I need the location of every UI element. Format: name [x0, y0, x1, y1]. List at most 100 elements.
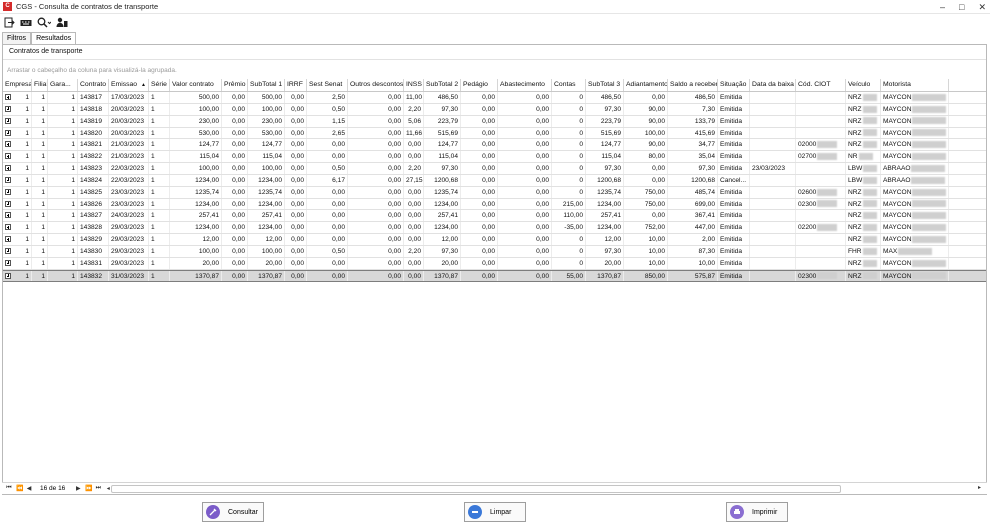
cell-value: 0,00 — [408, 236, 421, 244]
expand-row-icon[interactable] — [5, 259, 11, 266]
column-header-inss[interactable]: INSS — [404, 79, 424, 91]
cell-value: 0,50 — [332, 165, 345, 173]
column-header-contrato[interactable]: Contrato — [78, 79, 109, 91]
cell-empresa-value: 1 — [25, 94, 29, 101]
expand-row-icon[interactable] — [5, 129, 11, 136]
column-header-cod-ciot[interactable]: Cód. CIOT — [796, 79, 846, 91]
table-row[interactable]: 1 1 1 143824 22/03/2023 1 1234,00 0,00 1234,00 0,… — [3, 174, 986, 187]
expand-row-icon[interactable] — [5, 153, 11, 160]
cell-value: 0,00 — [232, 129, 245, 137]
column-header-valor-contrato[interactable]: Valor contrato — [170, 79, 222, 91]
table-row[interactable]: 1 1 1 143822 21/03/2023 1 115,04 0,00 115,04 0,00… — [3, 151, 986, 164]
table-row[interactable]: 1 1 1 143819 20/03/2023 1 230,00 0,00 230,00 0,00… — [3, 115, 986, 128]
table-row[interactable]: 1 1 1 143825 23/03/2023 1 1235,74 0,00 1235,74 0,… — [3, 186, 986, 199]
last-page-icon[interactable]: ⏭ — [95, 485, 101, 492]
column-header-gara[interactable]: Gara... — [48, 79, 78, 91]
cell-irrf: 0,00 — [285, 163, 307, 174]
cell-contrato: 143831 — [78, 257, 109, 269]
expand-row-icon[interactable] — [5, 176, 11, 183]
keyboard-icon[interactable] — [20, 17, 32, 29]
table-row[interactable]: 1 1 1 143831 29/03/2023 1 20,00 0,00 20,00 0,00 0,… — [3, 257, 986, 270]
expand-row-icon[interactable] — [5, 272, 11, 279]
cell-value: 1234,00 — [258, 200, 282, 208]
column-header-premio[interactable]: Prêmio — [222, 79, 248, 91]
cell-value: 0,00 — [291, 224, 304, 232]
cell-valor-contrato: 100,00 — [170, 103, 222, 115]
close-icon[interactable]: ✕ — [978, 2, 986, 13]
column-header-veiculo[interactable]: Veículo — [846, 79, 881, 91]
minimize-icon[interactable]: – — [940, 2, 945, 12]
scroll-right-icon[interactable]: ▸ — [978, 484, 981, 491]
expand-row-icon[interactable] — [5, 247, 11, 254]
cell-value: 1 — [41, 259, 45, 267]
column-header-pedagio[interactable]: Pedágio — [461, 79, 498, 91]
cell-subtotal-2: 20,00 — [424, 257, 461, 269]
cell-value: 02200 — [798, 224, 817, 232]
horizontal-scrollbar[interactable] — [111, 485, 841, 493]
user-settings-icon[interactable] — [56, 17, 68, 29]
column-header-contas[interactable]: Contas — [552, 79, 586, 91]
expand-row-icon[interactable] — [5, 212, 11, 219]
cell-value: MAYCON — [883, 200, 912, 208]
prev-page-group-icon[interactable]: ⏪ — [16, 485, 23, 492]
column-header-sest-senat[interactable]: Sest Senat — [307, 79, 348, 91]
next-page-icon[interactable]: ▶ — [75, 485, 81, 492]
column-header-data-da-baixa[interactable]: Data da baixa — [750, 79, 796, 91]
cell-value: 7,30 — [702, 105, 715, 113]
search-icon[interactable] — [37, 17, 51, 29]
tab-filtros[interactable]: Filtros — [2, 32, 32, 44]
cell-value: 29/03/2023 — [111, 259, 145, 267]
column-header-outros-descontos[interactable]: Outros descontos — [348, 79, 404, 91]
table-row[interactable]: 1 1 1 143829 29/03/2023 1 12,00 0,00 12,00 0,00 0,… — [3, 234, 986, 246]
column-header-abastecimento[interactable]: Abastecimento — [498, 79, 552, 91]
maximize-icon[interactable]: □ — [959, 2, 964, 12]
next-page-group-icon[interactable]: ⏩ — [85, 485, 92, 492]
imprimir-button[interactable]: Imprimir — [726, 502, 788, 522]
column-header-subtotal-3[interactable]: SubTotal 3 — [586, 79, 624, 91]
first-page-icon[interactable]: ⏮ — [6, 485, 12, 492]
expand-row-icon[interactable] — [5, 105, 11, 112]
cell-filial: 1 — [32, 210, 48, 222]
export-icon[interactable] — [4, 17, 15, 29]
cell-value: 0,00 — [408, 141, 421, 149]
column-header-empresa[interactable]: Empresa — [3, 79, 32, 91]
consultar-button[interactable]: Consultar — [202, 502, 264, 522]
column-header-serie[interactable]: Série — [149, 79, 170, 91]
table-row[interactable]: 1 1 1 143826 23/03/2023 1 1234,00 0,00 1234,00 0,… — [3, 198, 986, 211]
table-row[interactable]: 1 1 1 143818 20/03/2023 1 100,00 0,00 100,00 0,00… — [3, 103, 986, 116]
column-header-subtotal-2[interactable]: SubTotal 2 — [424, 79, 461, 91]
expand-row-icon[interactable] — [5, 188, 11, 195]
column-header-emissao[interactable]: Emissao ▲ — [109, 79, 149, 91]
cell-empresa: 1 — [3, 103, 32, 115]
table-row[interactable]: 1 1 1 143828 29/03/2023 1 1234,00 0,00 1234,00 0,… — [3, 222, 986, 235]
expand-row-icon[interactable] — [5, 200, 11, 207]
expand-row-icon[interactable] — [5, 224, 11, 231]
table-row[interactable]: 1 1 1 143820 20/03/2023 1 530,00 0,00 530,00 0,00… — [3, 127, 986, 140]
limpar-button[interactable]: Limpar — [464, 502, 526, 522]
table-row[interactable]: 1 1 1 143832 31/03/2023 1 1370,87 0,00 1370,87 0,… — [3, 269, 986, 282]
table-row[interactable]: 1 1 1 143827 24/03/2023 1 257,41 0,00 257,41 0,00… — [3, 210, 986, 223]
cell-empresa: 1 — [3, 115, 32, 127]
table-row[interactable]: 1 1 1 143823 22/03/2023 1 100,00 0,00 100,00 0,00… — [3, 163, 986, 175]
expand-row-icon[interactable] — [5, 141, 11, 148]
column-header-filial[interactable]: Filial — [32, 79, 48, 91]
cell-value: 143829 — [80, 236, 103, 244]
column-header-saldo-a-receber[interactable]: Saldo a receber — [668, 79, 718, 91]
expand-row-icon[interactable] — [5, 165, 11, 172]
prev-page-icon[interactable]: ◀ — [26, 485, 32, 492]
cell-value: 20/03/2023 — [111, 129, 145, 137]
column-header-motorista[interactable]: Motorista — [881, 79, 949, 91]
table-row[interactable]: 1 1 1 143821 21/03/2023 1 124,77 0,00 124,77 0,00… — [3, 139, 986, 152]
expand-row-icon[interactable] — [5, 236, 11, 243]
expand-row-icon[interactable] — [5, 94, 11, 100]
cell-value: 0,00 — [408, 272, 421, 280]
expand-row-icon[interactable] — [5, 117, 11, 124]
column-header-adiantamento[interactable]: Adiantamento — [624, 79, 668, 91]
column-header-irrf[interactable]: IRRF — [285, 79, 307, 91]
table-row[interactable]: 1 1 1 143830 29/03/2023 1 100,00 0,00 100,00 0,00… — [3, 245, 986, 258]
cell-adiantamento: 80,00 — [624, 151, 668, 163]
table-row[interactable]: 1 1 1 143817 17/03/2023 1 500,00 0,00 500,00 0,00… — [3, 92, 986, 104]
column-header-subtotal-1[interactable]: SubTotal 1 — [248, 79, 285, 91]
title-bar: C CGS - Consulta de contratos de transpo… — [0, 0, 990, 14]
column-header-situacao[interactable]: Situação — [718, 79, 750, 91]
